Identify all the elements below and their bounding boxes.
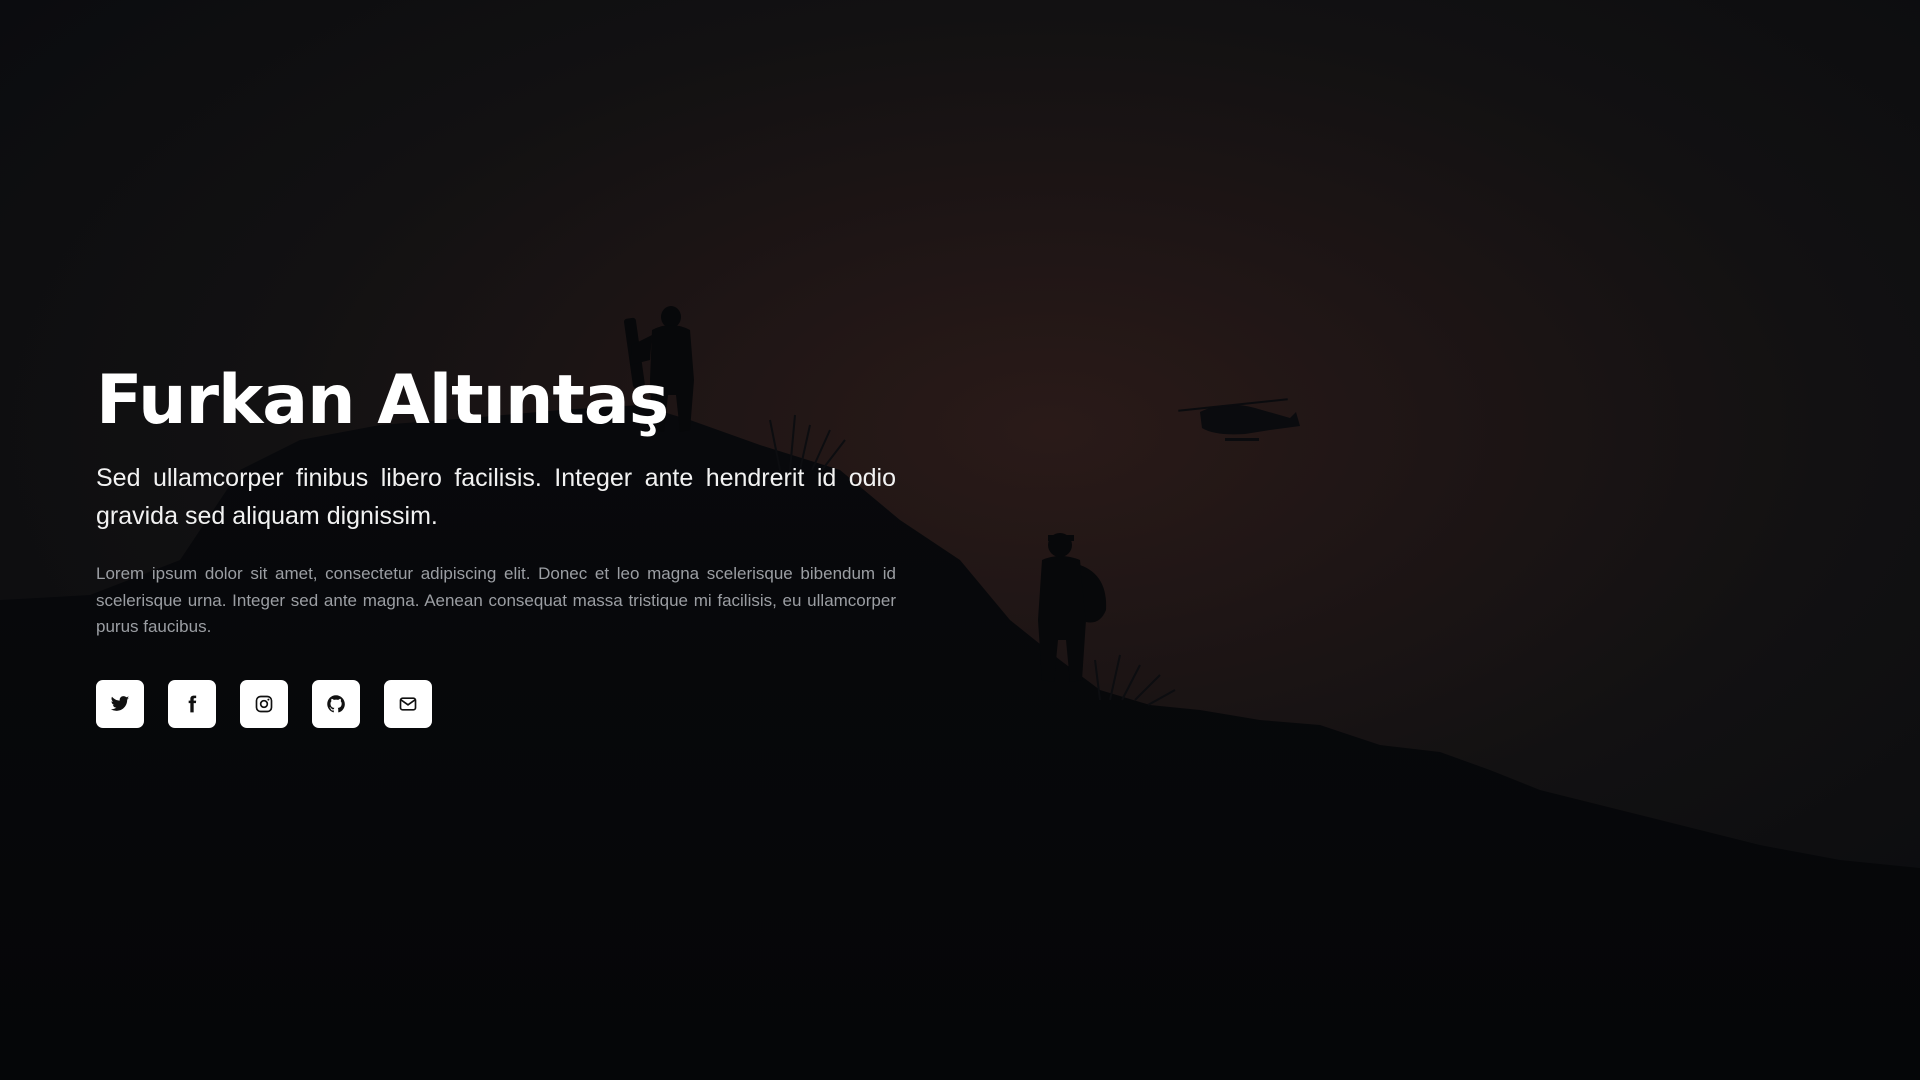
instagram-icon [255,695,273,712]
instagram-button[interactable] [240,679,288,728]
social-links [96,679,896,728]
facebook-button[interactable] [168,679,216,728]
mail-icon [399,696,417,711]
mail-button[interactable] [384,679,432,728]
hero-content: Furkan Altıntaş Sed ullamcorper finibus … [96,355,896,728]
github-button[interactable] [312,679,360,728]
github-icon [327,694,345,712]
hero-section: Furkan Altıntaş Sed ullamcorper finibus … [0,0,1920,1080]
twitter-button[interactable] [96,679,144,728]
hero-subtitle: Sed ullamcorper finibus libero facilisis… [96,464,896,530]
hero-title: Furkan Altıntaş [96,361,669,440]
twitter-icon [110,695,130,711]
facebook-icon [188,695,197,712]
hero-description: Lorem ipsum dolor sit amet, consectetur … [96,564,896,636]
